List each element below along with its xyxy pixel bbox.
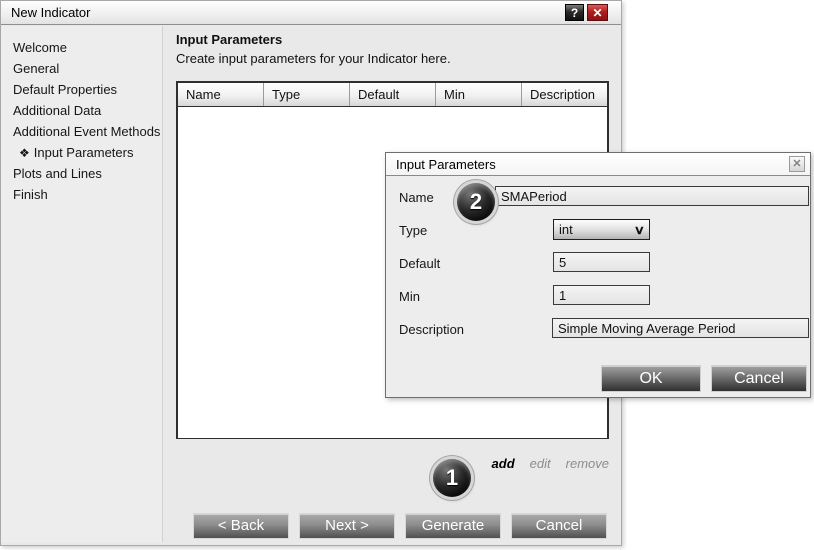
min-label: Min xyxy=(399,289,420,305)
dialog-close-icon[interactable]: ✕ xyxy=(789,156,805,172)
add-link[interactable]: add xyxy=(492,456,515,472)
cancel-button[interactable]: Cancel xyxy=(511,513,607,539)
description-label: Description xyxy=(399,322,464,338)
type-dropdown-value: int xyxy=(559,222,573,237)
sidebar-item-additional-event-methods[interactable]: Additional Event Methods xyxy=(1,121,162,142)
input-parameters-dialog: Input Parameters ✕ Name Type int ∨ Defau… xyxy=(385,152,811,398)
sidebar-item-label: Input Parameters xyxy=(34,145,134,160)
type-label: Type xyxy=(399,223,427,239)
ok-button[interactable]: OK xyxy=(601,365,701,392)
remove-link[interactable]: remove xyxy=(566,456,609,472)
window-titlebar: New Indicator ? ✕ xyxy=(1,1,621,25)
close-icon[interactable]: ✕ xyxy=(587,4,608,21)
dialog-cancel-button[interactable]: Cancel xyxy=(711,365,807,392)
help-icon[interactable]: ? xyxy=(565,4,584,21)
default-field[interactable] xyxy=(553,252,650,272)
min-field[interactable] xyxy=(553,285,650,305)
sidebar-item-label: Default Properties xyxy=(13,82,117,97)
active-step-marker-icon: ❖ xyxy=(19,146,30,160)
next-button[interactable]: Next > xyxy=(299,513,395,539)
sidebar-item-label: Finish xyxy=(13,187,48,202)
dialog-titlebar: Input Parameters ✕ xyxy=(386,153,810,176)
chevron-down-icon: ∨ xyxy=(634,223,645,237)
window-title: New Indicator xyxy=(11,5,90,20)
sidebar-item-additional-data[interactable]: Additional Data xyxy=(1,100,162,121)
back-button[interactable]: < Back xyxy=(193,513,289,539)
sidebar-item-input-parameters[interactable]: ❖ Input Parameters xyxy=(1,142,162,163)
screenshot-stage: New Indicator ? ✕ Welcome General Defaul… xyxy=(0,0,814,550)
name-label: Name xyxy=(399,190,434,206)
default-label: Default xyxy=(399,256,440,272)
sidebar-item-general[interactable]: General xyxy=(1,58,162,79)
column-header-name[interactable]: Name xyxy=(178,83,264,106)
page-subtitle: Create input parameters for your Indicat… xyxy=(176,51,451,66)
description-field[interactable] xyxy=(552,318,809,338)
callout-badge-2: 2 xyxy=(457,183,495,221)
name-field[interactable] xyxy=(495,186,809,206)
column-header-default[interactable]: Default xyxy=(350,83,436,106)
column-header-min[interactable]: Min xyxy=(436,83,522,106)
sidebar-item-plots-and-lines[interactable]: Plots and Lines xyxy=(1,163,162,184)
sidebar-item-default-properties[interactable]: Default Properties xyxy=(1,79,162,100)
sidebar-item-label: Additional Data xyxy=(13,103,101,118)
sidebar-item-finish[interactable]: Finish xyxy=(1,184,162,205)
wizard-sidebar: Welcome General Default Properties Addit… xyxy=(1,26,163,542)
parameters-table-header: Name Type Default Min Description xyxy=(178,83,607,107)
sidebar-item-label: Additional Event Methods xyxy=(13,124,160,139)
page-title: Input Parameters xyxy=(176,32,282,47)
column-header-description[interactable]: Description xyxy=(522,83,607,106)
dialog-title: Input Parameters xyxy=(396,157,496,172)
edit-link[interactable]: edit xyxy=(530,456,551,472)
type-dropdown[interactable]: int ∨ xyxy=(553,219,650,240)
column-header-type[interactable]: Type xyxy=(264,83,350,106)
sidebar-item-label: Plots and Lines xyxy=(13,166,102,181)
callout-badge-1: 1 xyxy=(433,459,471,497)
sidebar-item-label: General xyxy=(13,61,59,76)
sidebar-item-label: Welcome xyxy=(13,40,67,55)
generate-button[interactable]: Generate xyxy=(405,513,501,539)
sidebar-item-welcome[interactable]: Welcome xyxy=(1,37,162,58)
